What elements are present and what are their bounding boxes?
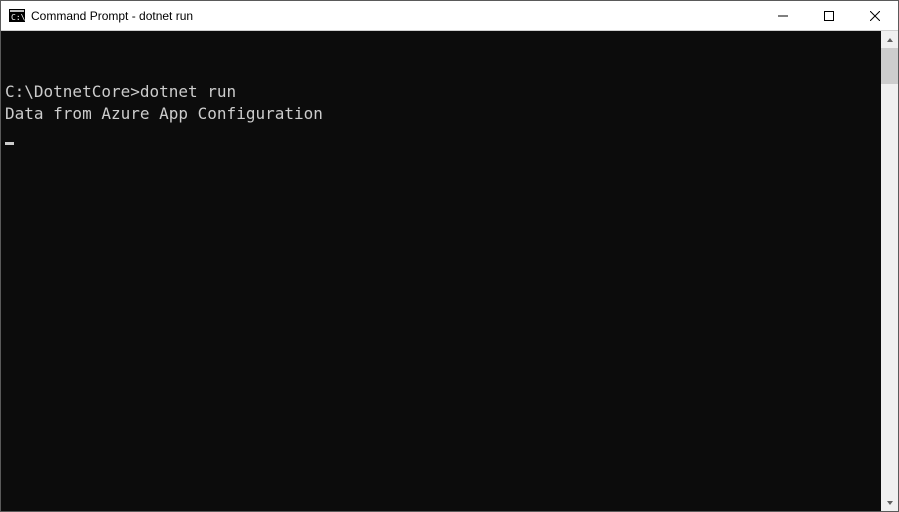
- vertical-scrollbar[interactable]: [881, 31, 898, 511]
- maximize-button[interactable]: [806, 1, 852, 30]
- svg-text:C:\: C:\: [11, 13, 25, 22]
- scroll-down-arrow-icon[interactable]: [881, 494, 898, 511]
- command-text: dotnet run: [140, 82, 236, 101]
- output-line: Data from Azure App Configuration: [5, 103, 881, 125]
- close-button[interactable]: [852, 1, 898, 30]
- scroll-track[interactable]: [881, 48, 898, 494]
- app-icon: C:\: [9, 8, 25, 24]
- terminal-output[interactable]: C:\DotnetCore>dotnet run Data from Azure …: [1, 31, 881, 511]
- cursor: [5, 142, 14, 145]
- command-prompt-window: C:\ Command Prompt - dotnet run C:\Dotne…: [0, 0, 899, 512]
- window-title: Command Prompt - dotnet run: [31, 9, 760, 23]
- scroll-thumb[interactable]: [881, 48, 898, 84]
- prompt-text: C:\DotnetCore>: [5, 82, 140, 101]
- minimize-button[interactable]: [760, 1, 806, 30]
- window-controls: [760, 1, 898, 30]
- client-area: C:\DotnetCore>dotnet run Data from Azure …: [1, 31, 898, 511]
- titlebar[interactable]: C:\ Command Prompt - dotnet run: [1, 1, 898, 31]
- scroll-up-arrow-icon[interactable]: [881, 31, 898, 48]
